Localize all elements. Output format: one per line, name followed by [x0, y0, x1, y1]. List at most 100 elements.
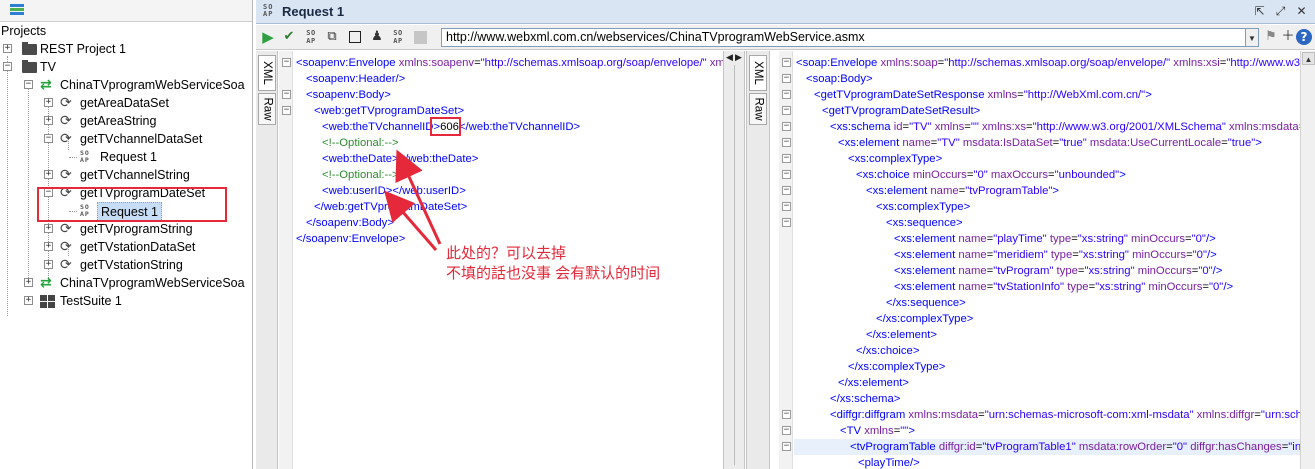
wsdl-icon[interactable]: SO AP	[390, 29, 406, 45]
add-icon[interactable]: ＋	[1280, 29, 1296, 45]
expand-icon[interactable]: +	[44, 98, 53, 107]
expand-icon[interactable]: +	[44, 224, 53, 233]
endpoint-url-combo[interactable]: http://www.webxml.com.cn/webservices/Chi…	[441, 28, 1246, 47]
fold-toggle-icon[interactable]: −	[782, 138, 791, 147]
fold-toggle-icon[interactable]: −	[782, 154, 791, 163]
xml-line: <xs:element name="tvProgram" type="xs:st…	[894, 265, 1223, 277]
projects-heading: Projects	[1, 24, 47, 38]
xml-line: <xs:element name="TV" msdata:IsDataSet="…	[838, 137, 1262, 149]
xml-line: </xs:complexType>	[848, 361, 946, 373]
expand-icon[interactable]: +	[44, 170, 53, 179]
chevron-down-icon[interactable]: ▼	[1246, 28, 1259, 47]
xml-line: </xs:element>	[866, 329, 937, 341]
soap-icon: SO AP	[263, 3, 274, 18]
scroll-up-icon[interactable]: ▲	[1302, 52, 1315, 65]
request-toolbar: ▶ ✔ SO AP ⧉ ♟ SO AP http://www.webxml.com.…	[256, 25, 1315, 50]
xml-line: <tvProgramTable diffgr:id="tvProgramTabl…	[850, 441, 1300, 453]
add-assertion-icon[interactable]: ✔	[281, 29, 297, 45]
xml-line: <soapenv:Header/>	[306, 73, 406, 85]
expand-icon[interactable]: +	[3, 44, 12, 53]
collapse-all-icon[interactable]	[10, 4, 24, 16]
fold-toggle-icon[interactable]: −	[782, 170, 791, 179]
service-interface-icon: ⇄	[40, 77, 52, 93]
expand-icon[interactable]: +	[24, 296, 33, 305]
fold-toggle-icon[interactable]: −	[782, 442, 791, 451]
response-scrollbar[interactable]: ▲	[1300, 51, 1315, 469]
tab-raw[interactable]: Raw	[749, 93, 767, 125]
fold-toggle-icon[interactable]: −	[782, 74, 791, 83]
fold-toggle-icon[interactable]: −	[282, 106, 291, 115]
collapse-right-icon[interactable]: ▶	[735, 53, 742, 63]
fold-toggle-icon[interactable]: −	[782, 410, 791, 419]
folder-icon	[22, 60, 37, 73]
request-view-tabs: XML Raw	[256, 51, 278, 469]
xml-line: <getTVprogramDateSetResult>	[822, 105, 981, 117]
xml-line: <soap:Body>	[806, 73, 873, 85]
toggle-panel-icon[interactable]	[349, 31, 361, 43]
fold-toggle-icon[interactable]: −	[782, 58, 791, 67]
response-xml-editor[interactable]: − − − − − − − − − − − − − − <soap:Envelo…	[779, 51, 1300, 469]
expand-icon[interactable]: +	[24, 278, 33, 287]
xml-line: <getTVprogramDateSetResponse xmlns="http…	[814, 89, 1152, 101]
xml-line: <xs:element name="meridiem" type="xs:str…	[894, 249, 1217, 261]
xml-line: <diffgr:diffgram xmlns:msdata="urn:schem…	[830, 409, 1300, 421]
xml-line: </soapenv:Envelope>	[296, 233, 406, 245]
collapse-icon[interactable]: −	[3, 62, 12, 71]
xml-line: </soapenv:Body>	[306, 217, 394, 229]
xml-line: <playTime/>	[858, 457, 920, 469]
xml-line: <xs:complexType>	[876, 201, 971, 213]
fold-toggle-icon[interactable]: −	[782, 106, 791, 115]
xml-line: </xs:choice>	[856, 345, 920, 357]
annotation-highlight-box	[37, 187, 227, 222]
soap-request-icon: SO AP	[80, 149, 90, 164]
fold-toggle-icon[interactable]: −	[782, 202, 791, 211]
xml-line: <soapenv:Envelope xmlns:soapenv="http://…	[296, 57, 723, 69]
tab-xml[interactable]: XML	[258, 55, 276, 91]
annotation-text: 此处的？可以去掉 不填的話也没事 会有默认的时间	[446, 244, 660, 284]
expand-icon[interactable]: +	[44, 116, 53, 125]
fold-toggle-icon[interactable]: −	[282, 58, 291, 67]
annotation-line-2: 不填的話也没事 会有默认的时间	[446, 265, 661, 282]
maximize-icon[interactable]: ⤢	[1273, 3, 1288, 18]
testsuite-icon	[40, 295, 55, 308]
restore-icon[interactable]: ⇱	[1252, 3, 1267, 18]
response-view-tabs: XML Raw	[746, 51, 770, 469]
project-navigator: Projects + REST Project 1 − TV − ⇄ China…	[0, 0, 253, 469]
user-icon[interactable]: ♟	[369, 29, 385, 45]
xml-line: <TV xmlns="">	[840, 425, 915, 437]
fold-toggle-icon[interactable]: −	[782, 426, 791, 435]
operation-icon: ⟳	[60, 131, 72, 147]
fit-window-icon[interactable]: ⧉	[324, 29, 340, 45]
tree-item-rest-project[interactable]: + REST Project 1	[0, 40, 253, 58]
soap-action-icon[interactable]: SO AP	[303, 29, 319, 45]
collapse-icon[interactable]: −	[24, 80, 33, 89]
tab-raw[interactable]: Raw	[258, 93, 276, 125]
xml-line: <xs:complexType>	[848, 153, 943, 165]
submit-request-icon[interactable]: ▶	[260, 29, 276, 45]
xml-line: </xs:complexType>	[876, 313, 974, 325]
folder-icon	[22, 42, 37, 55]
xml-line: <soapenv:Body>	[306, 89, 391, 101]
collapse-left-icon[interactable]: ◀	[726, 53, 733, 63]
fold-toggle-icon[interactable]: −	[782, 122, 791, 131]
xml-line: <xs:schema id="TV" xmlns="" xmlns:xs="ht…	[830, 121, 1300, 133]
close-icon[interactable]: ✕	[1294, 3, 1309, 18]
xml-line: <soap:Envelope xmlns:soap="http://schema…	[796, 57, 1300, 69]
fold-toggle-icon[interactable]: −	[282, 90, 291, 99]
fold-toggle-icon[interactable]: −	[782, 218, 791, 227]
fold-toggle-icon[interactable]: −	[782, 186, 791, 195]
expand-icon[interactable]: +	[44, 242, 53, 251]
help-icon[interactable]: ?	[1296, 29, 1312, 45]
xml-line: </xs:element>	[838, 377, 909, 389]
request-window-titlebar: SO AP Request 1 ⇱ ⤢ ✕	[256, 0, 1315, 24]
edit-endpoint-icon[interactable]: ⚑	[1263, 29, 1279, 45]
expand-icon[interactable]: +	[44, 260, 53, 269]
tab-xml[interactable]: XML	[749, 55, 767, 91]
xml-line: <xs:element name="tvProgramTable">	[866, 185, 1059, 197]
operation-icon: ⟳	[60, 95, 72, 111]
xml-line: <web:theDate></web:theDate>	[322, 153, 479, 165]
editor-splitter[interactable]: ◀ ▶	[723, 51, 745, 469]
collapse-icon[interactable]: −	[44, 134, 53, 143]
project-tree: + REST Project 1 − TV − ⇄ ChinaTVprogram…	[0, 40, 253, 316]
fold-toggle-icon[interactable]: −	[782, 90, 791, 99]
